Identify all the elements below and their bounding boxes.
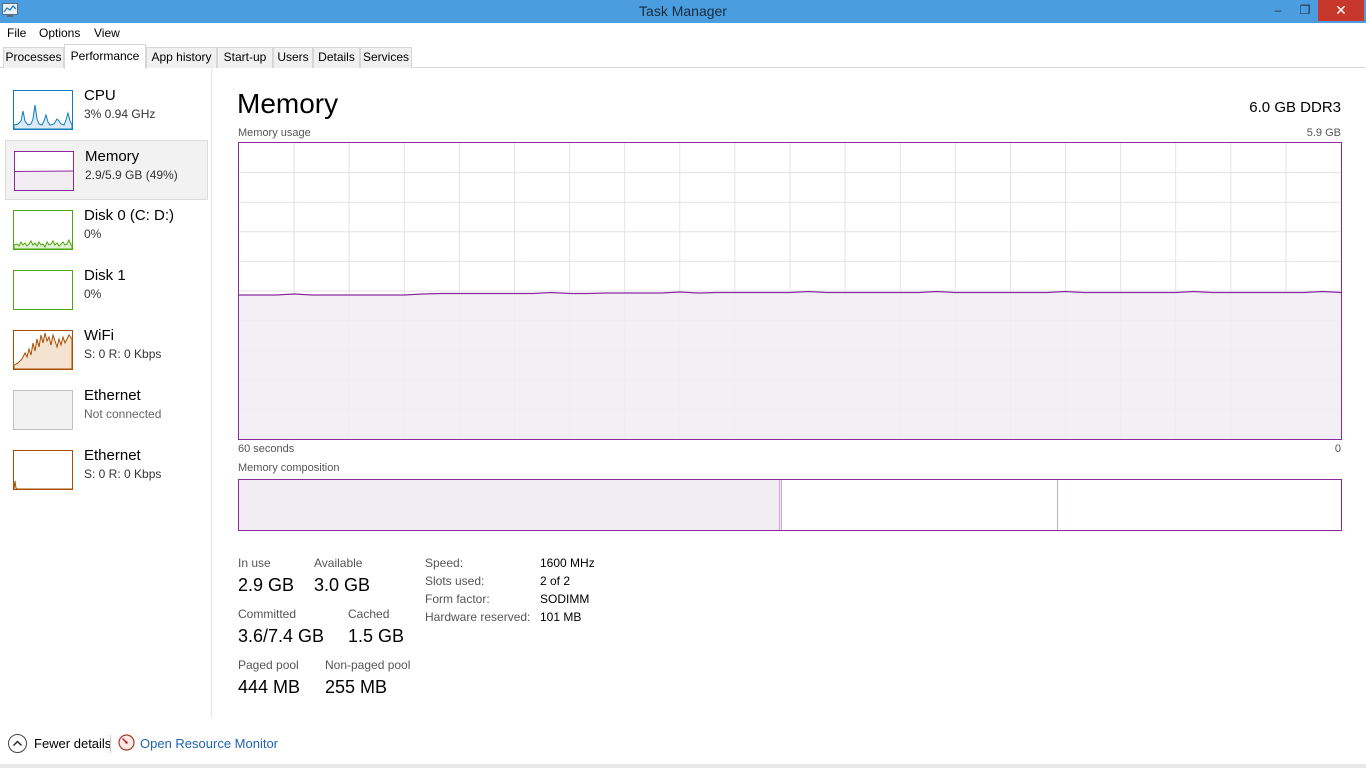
sidebar-item-value: 0% <box>84 287 102 301</box>
memory-spec: 6.0 GB DDR3 <box>1249 99 1341 116</box>
memory-usage-area <box>239 291 1341 439</box>
memory-usage-graph <box>238 142 1342 440</box>
cached-value: 1.5 GB <box>348 626 405 646</box>
sidebar-item-label: WiFi <box>84 327 114 344</box>
sidebar-item-value: 3% 0.94 GHz <box>84 107 156 121</box>
ethernet-1-thumbnail <box>13 390 73 430</box>
cached-label: Cached <box>348 607 390 621</box>
menu-file[interactable]: File <box>7 26 26 40</box>
tab-performance[interactable]: Performance <box>64 44 146 69</box>
sidebar-item-disk-1[interactable]: Disk 1 0% <box>5 260 208 320</box>
memory-usage-label: Memory usage <box>238 127 311 139</box>
memory-composition-label: Memory composition <box>238 462 340 474</box>
paged-pool-label: Paged pool <box>238 658 299 672</box>
sidebar-item-value: S: 0 R: 0 Kbps <box>84 467 162 481</box>
sidebar-item-value: Not connected <box>84 407 162 421</box>
sidebar-item-ethernet-1[interactable]: Ethernet Not connected <box>5 380 208 440</box>
open-resource-monitor-link[interactable]: Open Resource Monitor <box>140 736 278 751</box>
paged-pool-value: 444 MB <box>238 677 301 697</box>
memory-thumbnail <box>14 151 74 191</box>
speed-label: Speed: <box>425 556 464 570</box>
speed-value: 1600 MHz <box>540 556 595 570</box>
resource-sidebar: CPU 3% 0.94 GHz Memory 2.9/5.9 GB (49%) … <box>0 68 212 718</box>
tab-users[interactable]: Users <box>273 47 313 68</box>
cpu-thumbnail <box>13 90 73 130</box>
available-value: 3.0 GB <box>314 575 371 595</box>
sidebar-item-cpu[interactable]: CPU 3% 0.94 GHz <box>5 80 208 140</box>
sidebar-item-label: CPU <box>84 87 116 104</box>
composition-free[interactable] <box>1058 480 1341 530</box>
tab-services[interactable]: Services <box>360 47 412 68</box>
slots-used-label: Slots used: <box>425 574 485 588</box>
sidebar-item-label: Ethernet <box>84 387 141 404</box>
sidebar-item-value: S: 0 R: 0 Kbps <box>84 347 162 361</box>
title-bar[interactable]: Task Manager ‒ ❐ ✕ <box>0 0 1366 23</box>
time-span-label: 60 seconds <box>238 443 295 455</box>
committed-value: 3.6/7.4 GB <box>238 626 325 646</box>
wifi-thumbnail <box>13 330 73 370</box>
disk-0-thumbnail <box>13 210 73 250</box>
hardware-reserved-value: 101 MB <box>540 610 582 624</box>
taskbar-strip <box>0 764 1366 768</box>
form-factor-value: SODIMM <box>540 592 590 606</box>
sidebar-item-disk-0[interactable]: Disk 0 (C: D:) 0% <box>5 200 208 260</box>
composition-standby[interactable] <box>782 480 1058 530</box>
chevron-up-icon[interactable] <box>8 734 27 753</box>
menu-view[interactable]: View <box>94 26 120 40</box>
in-use-value: 2.9 GB <box>238 575 295 595</box>
sidebar-item-ethernet-2[interactable]: Ethernet S: 0 R: 0 Kbps <box>5 440 208 500</box>
memory-usage-max: 5.9 GB <box>1306 127 1341 139</box>
form-factor-label: Form factor: <box>425 592 490 606</box>
sidebar-item-value: 2.9/5.9 GB (49%) <box>85 168 178 182</box>
sidebar-item-label: Memory <box>85 148 140 165</box>
window-title: Task Manager <box>639 3 727 19</box>
disk-1-thumbnail <box>13 270 73 310</box>
resource-monitor-icon[interactable] <box>118 734 135 751</box>
menu-options[interactable]: Options <box>39 26 80 40</box>
committed-label: Committed <box>238 607 297 621</box>
sidebar-item-wifi[interactable]: WiFi S: 0 R: 0 Kbps <box>5 320 208 380</box>
restore-button[interactable]: ❐ <box>1292 0 1318 21</box>
footer-divider <box>110 735 111 753</box>
time-zero-label: 0 <box>1334 443 1341 455</box>
in-use-label: In use <box>238 556 271 570</box>
sidebar-item-label: Ethernet <box>84 447 141 464</box>
tab-app-history[interactable]: App history <box>146 47 217 68</box>
sidebar-item-value: 0% <box>84 227 102 241</box>
available-label: Available <box>314 556 363 570</box>
close-button[interactable]: ✕ <box>1318 0 1364 21</box>
memory-composition-bar <box>238 479 1342 531</box>
tab-startup[interactable]: Start-up <box>217 47 273 68</box>
composition-in-use[interactable] <box>239 480 779 530</box>
page-title: Memory <box>237 88 339 119</box>
sidebar-item-label: Disk 1 <box>84 267 126 284</box>
sidebar-item-memory[interactable]: Memory 2.9/5.9 GB (49%) <box>5 140 208 200</box>
ethernet-2-thumbnail <box>13 450 73 490</box>
non-paged-pool-label: Non-paged pool <box>325 658 411 672</box>
sidebar-item-label: Disk 0 (C: D:) <box>84 207 174 224</box>
memory-usage-svg <box>239 143 1341 439</box>
footer: Fewer details Open Resource Monitor <box>0 730 1366 758</box>
non-paged-pool-value: 255 MB <box>325 677 388 697</box>
menu-bar: File Options View <box>0 23 1366 43</box>
fewer-details-button[interactable]: Fewer details <box>34 736 111 751</box>
tab-details[interactable]: Details <box>313 47 360 68</box>
tab-bar: Processes Performance App history Start-… <box>0 43 1366 69</box>
tab-processes[interactable]: Processes <box>3 47 64 68</box>
hardware-reserved-label: Hardware reserved: <box>425 610 531 624</box>
minimize-button[interactable]: ‒ <box>1264 0 1292 21</box>
slots-used-value: 2 of 2 <box>540 574 571 588</box>
